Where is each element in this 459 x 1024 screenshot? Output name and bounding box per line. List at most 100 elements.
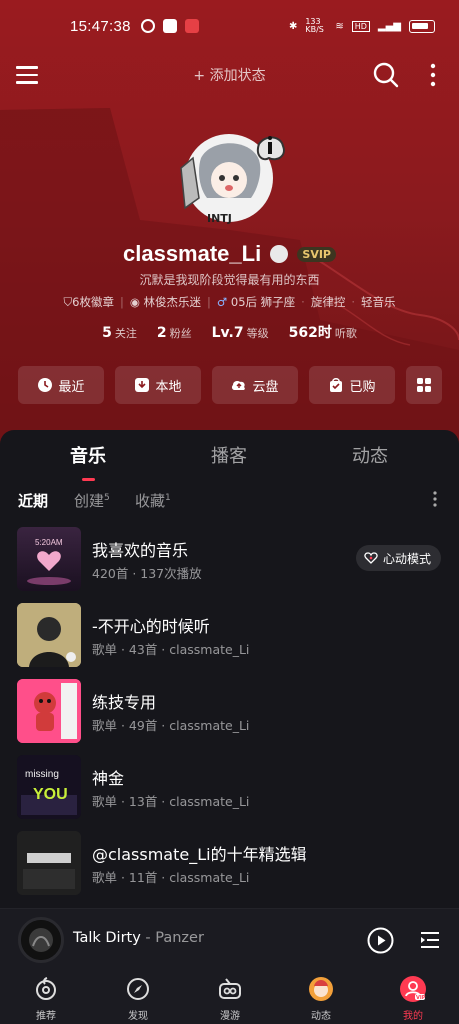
avatar[interactable]: INTJ <box>171 128 287 228</box>
tab-moments[interactable]: 动态 <box>352 442 388 468</box>
playlist-title: @classmate_Li的十年精选辑 <box>92 845 307 864</box>
playlist-title: 我喜欢的音乐 <box>92 541 189 560</box>
album-art <box>21 920 61 960</box>
now-playing[interactable]: Talk Dirty - Panzer <box>73 930 204 946</box>
cover-art <box>17 679 81 743</box>
signal-icon: ▂▄▆ <box>377 20 401 32</box>
playlist-subtitle: 歌单 · 49首 · classmate_Li <box>92 718 250 733</box>
status-time: 15:47:38 <box>70 17 131 35</box>
playlist-title: -不开心的时候听 <box>92 617 210 636</box>
playlist-cover <box>17 679 81 743</box>
purchased-button[interactable]: 已购 <box>309 366 395 404</box>
battery-icon <box>409 19 435 33</box>
svg-text:YOU: YOU <box>33 786 68 803</box>
tiktok-notification-icon <box>162 19 177 33</box>
playlist-title: 练技专用 <box>92 693 157 712</box>
nav-recommend[interactable]: 推荐 <box>16 976 76 1022</box>
net-speed: 133 KB/S <box>305 17 324 34</box>
profile-tag[interactable]: 林俊杰乐迷 <box>144 295 202 309</box>
subtab-created[interactable]: 创建5 <box>74 490 110 511</box>
playlist-subtitle: 420首 · 137次播放 <box>92 566 202 581</box>
profile-tag[interactable]: 旋律控 <box>311 295 346 309</box>
username[interactable]: classmate_Li <box>123 241 261 267</box>
stat-level[interactable]: Lv.7 等级 <box>212 322 269 341</box>
bag-check-icon <box>330 378 343 392</box>
stat-following[interactable]: 5 关注 <box>102 322 137 341</box>
profile-stats: 5 关注 2 粉丝 Lv.7 等级 562时 听歌 <box>0 322 459 342</box>
subtab-recent[interactable]: 近期 <box>18 490 48 511</box>
search-icon[interactable] <box>373 62 399 88</box>
profile-header: 15:47:38 ✱ 133 KB/S ≋ HD ▂▄▆ + 添加状态 INTJ… <box>0 0 459 460</box>
profile-tag[interactable]: 轻音乐 <box>361 295 396 309</box>
play-icon[interactable] <box>367 927 394 954</box>
wifi-icon: ≋ <box>335 20 344 32</box>
list-item[interactable]: 练技专用 歌单 · 49首 · classmate_Li <box>17 679 447 743</box>
heart-icon <box>364 552 378 564</box>
cloud-upload-icon <box>232 381 246 390</box>
profile-bio[interactable]: 沉默是我现阶段觉得最有用的东西 <box>0 271 459 288</box>
more-options-icon[interactable] <box>432 490 438 508</box>
app-notification-icon <box>184 19 199 33</box>
avatar-tag: INTJ <box>207 212 232 225</box>
tab-music[interactable]: 音乐 <box>70 442 106 468</box>
fan-eye-icon: ◉ <box>129 295 144 309</box>
list-item[interactable]: -不开心的时候听 歌单 · 43首 · classmate_Li <box>17 603 447 667</box>
cover-art: missing YOU <box>17 755 81 819</box>
cover-art <box>17 831 81 895</box>
clock-icon <box>38 378 53 392</box>
playlist-cover: 5:20AM <box>17 527 81 591</box>
tab-indicator <box>82 478 95 481</box>
bluetooth-icon: ✱ <box>288 20 298 32</box>
verified-note-icon[interactable] <box>270 245 289 263</box>
cover-art: 5:20AM <box>27 538 71 585</box>
album-disc[interactable] <box>18 917 64 963</box>
more-tools-button[interactable] <box>406 366 442 404</box>
playlist-title: 神金 <box>92 769 125 788</box>
track-artist: - Panzer <box>145 930 204 946</box>
profile-tags: ⛉6枚徽章 | ◉ 林俊杰乐迷 | ♂ 05后 狮子座 · 旋律控 · 轻音乐 <box>63 295 396 309</box>
local-button[interactable]: 本地 <box>115 366 201 404</box>
svg-text:missing: missing <box>25 769 59 780</box>
content-tabs: 音乐 播客 动态 <box>0 442 459 481</box>
mini-player[interactable]: Talk Dirty - Panzer <box>0 908 459 970</box>
heart-mode-button[interactable]: 心动模式 <box>355 545 441 571</box>
status-bar: 15:47:38 ✱ 133 KB/S ≋ HD ▂▄▆ <box>0 0 459 52</box>
cloud-disk-button[interactable]: 云盘 <box>212 366 298 404</box>
track-title: Talk Dirty <box>73 930 141 946</box>
nav-moments[interactable]: 动态 <box>291 976 351 1022</box>
quick-actions: 最近 本地 云盘 已购 <box>18 366 442 404</box>
subtab-collected[interactable]: 收藏1 <box>135 490 171 511</box>
tab-podcast[interactable]: 播客 <box>211 442 247 468</box>
list-item[interactable]: missing YOU 神金 歌单 · 13首 · classmate_Li <box>17 755 447 819</box>
profile-tag[interactable]: 6枚徽章 <box>72 295 114 309</box>
radio-icon <box>219 978 241 999</box>
svg-text:VIP: VIP <box>416 995 426 1001</box>
svip-badge[interactable]: SVIP <box>297 246 336 262</box>
playlist-subtitle: 歌单 · 11首 · classmate_Li <box>92 870 250 885</box>
more-vertical-icon[interactable] <box>428 62 438 88</box>
avatar-feed-icon <box>309 977 333 1001</box>
subtabs: 近期 创建5 收藏1 <box>18 490 448 510</box>
cover-art <box>17 603 81 667</box>
grid-icon <box>417 378 431 392</box>
playlist-subtitle: 歌单 · 43首 · classmate_Li <box>92 642 250 657</box>
stat-followers[interactable]: 2 粉丝 <box>157 322 192 341</box>
netease-notification-icon <box>140 19 155 33</box>
bottom-nav: 推荐 发现 漫游 动态 VIP 我的 <box>0 970 459 1024</box>
nav-mine[interactable]: VIP 我的 <box>383 976 443 1022</box>
nav-roam[interactable]: 漫游 <box>200 976 260 1022</box>
stat-listen-hours[interactable]: 562时 听歌 <box>289 322 357 342</box>
playlist-cover <box>17 831 81 895</box>
hd-icon: HD <box>351 20 370 32</box>
playlist-subtitle: 歌单 · 13首 · classmate_Li <box>92 794 250 809</box>
recent-button[interactable]: 最近 <box>18 366 104 404</box>
download-icon <box>135 378 150 392</box>
playlist-queue-icon[interactable] <box>419 929 441 951</box>
list-item[interactable]: @classmate_Li的十年精选辑 歌单 · 11首 · classmate… <box>17 831 447 895</box>
svg-text:5:20AM: 5:20AM <box>35 538 63 547</box>
netease-logo-icon <box>36 977 56 1000</box>
playlist-cover: missing YOU <box>17 755 81 819</box>
profile-tag[interactable]: 05后 狮子座 <box>231 295 295 309</box>
list-item[interactable]: 5:20AM 我喜欢的音乐 420首 · 137次播放 心动模式 <box>17 527 447 591</box>
nav-discover[interactable]: 发现 <box>108 976 168 1022</box>
